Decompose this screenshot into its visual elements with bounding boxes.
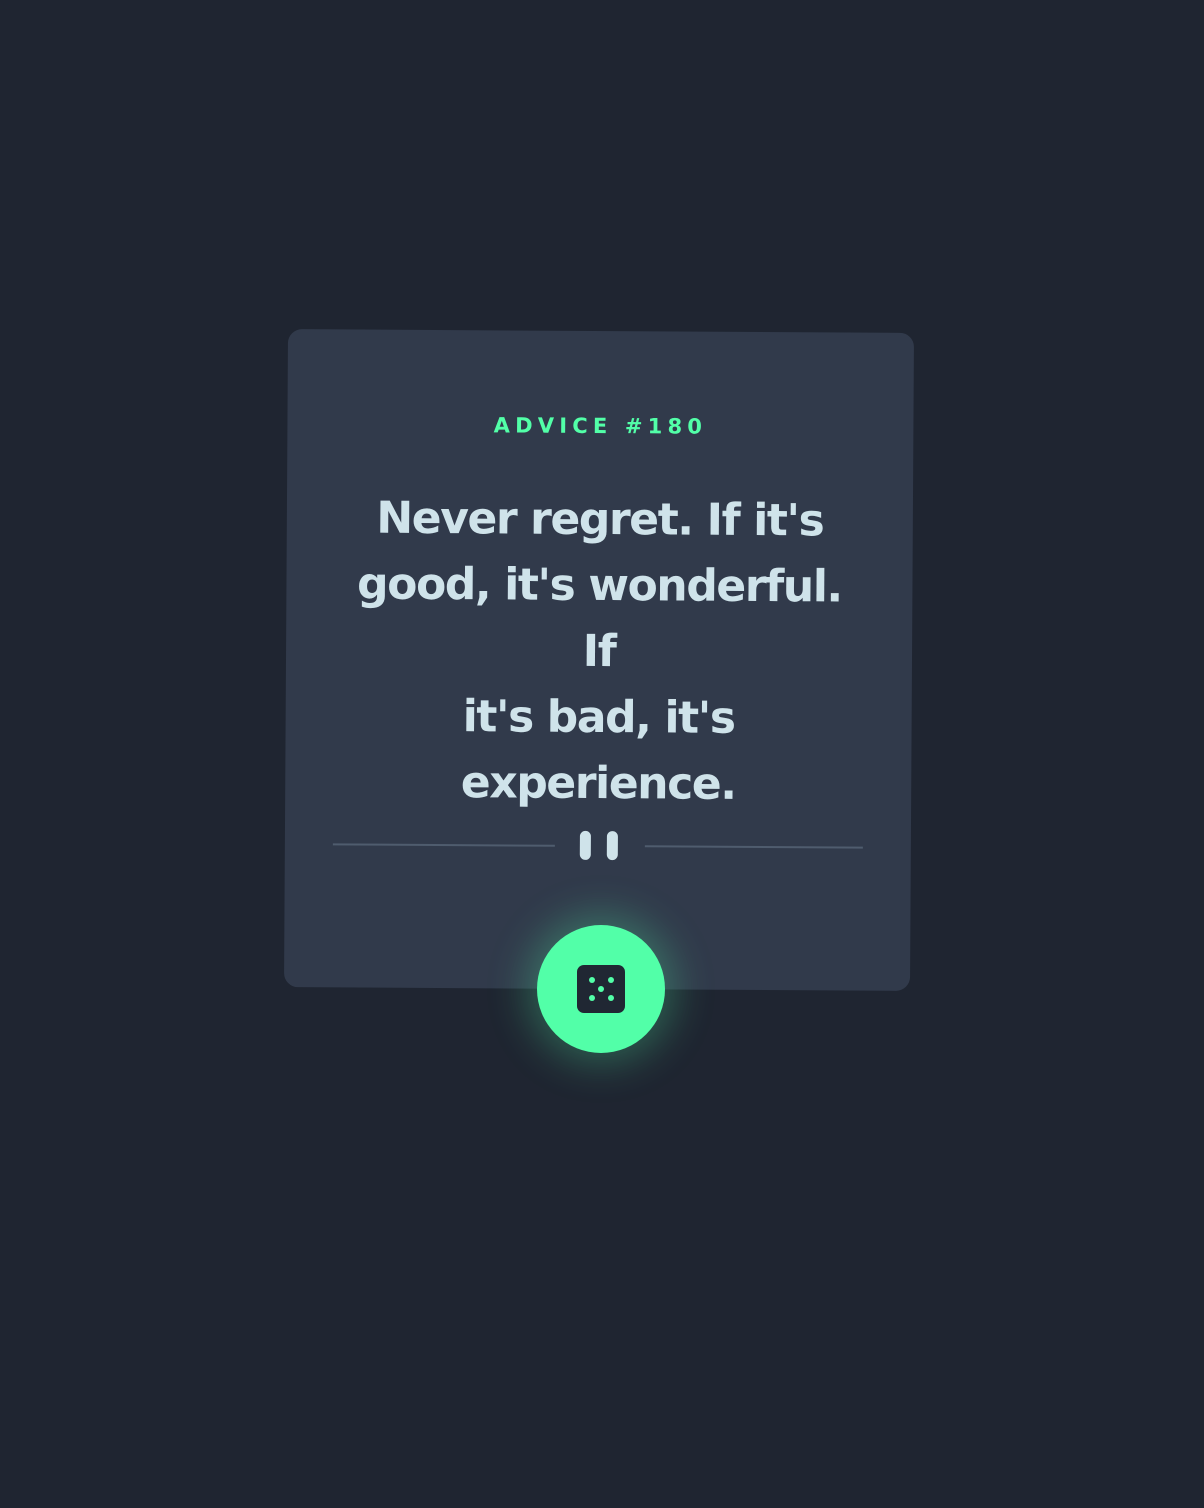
quote-line: experience. [460, 757, 736, 810]
pause-icon [579, 830, 618, 861]
generate-advice-button[interactable] [537, 925, 665, 1053]
quote-line: good, it's wonderful. If [356, 558, 842, 678]
pause-bar-left [579, 830, 591, 860]
advice-card: ADVICE #180 Never regret. If it's good, … [283, 329, 915, 991]
dice-pip [589, 977, 595, 983]
dice-pip [598, 986, 604, 992]
dice-pip [608, 995, 614, 1001]
divider-line-right [644, 845, 863, 849]
dice-icon [577, 965, 625, 1013]
quote-line: Never regret. If it's [376, 492, 824, 547]
advice-quote: Never regret. If it's good, it's wonderf… [333, 485, 865, 818]
page-background: { "advice": { "id_label": "ADVICE #180",… [0, 0, 1204, 1508]
pause-bar-right [606, 831, 618, 861]
pattern-divider [332, 829, 863, 862]
dice-pip [608, 977, 614, 983]
divider-line-left [332, 843, 555, 847]
advice-id-label: ADVICE #180 [493, 413, 708, 439]
quote-line: it's bad, it's [462, 691, 735, 744]
dice-pip [589, 995, 595, 1001]
